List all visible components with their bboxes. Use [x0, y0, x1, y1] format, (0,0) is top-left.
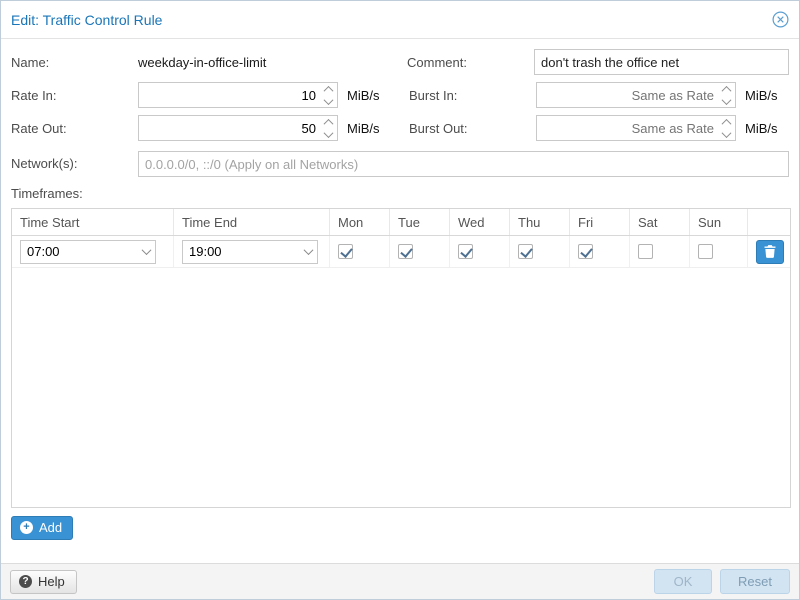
day-checkbox-mon[interactable] — [338, 244, 353, 259]
row-rate-in-burst-in: Rate In: MiB/s Burst In: — [11, 82, 789, 108]
timeframes-label: Timeframes: — [11, 186, 789, 201]
burst-out-unit: MiB/s — [745, 121, 778, 136]
trash-icon — [764, 245, 776, 258]
spinner-up-icon[interactable] — [320, 116, 337, 128]
time-end-combo[interactable] — [182, 240, 318, 264]
close-icon[interactable] — [771, 11, 789, 29]
rate-out-label: Rate Out: — [11, 121, 138, 136]
table-header-row: Time Start Time End Mon Tue Wed Thu Fri … — [12, 209, 790, 236]
header-sun[interactable]: Sun — [690, 209, 748, 235]
header-thu[interactable]: Thu — [510, 209, 570, 235]
rate-in-label: Rate In: — [11, 88, 138, 103]
spinner-down-icon[interactable] — [320, 95, 337, 107]
spinner-up-icon[interactable] — [718, 83, 735, 95]
footer-bar: Help OK Reset — [1, 563, 799, 599]
help-button[interactable]: Help — [10, 570, 77, 594]
day-checkbox-wed[interactable] — [458, 244, 473, 259]
burst-out-field[interactable] — [536, 115, 736, 141]
dialog-body: Name: weekday-in-office-limit Comment: R… — [1, 39, 799, 563]
networks-label: Network(s): — [11, 151, 138, 177]
header-tue[interactable]: Tue — [390, 209, 450, 235]
rate-in-spinner[interactable] — [320, 83, 337, 107]
row-name-comment: Name: weekday-in-office-limit Comment: — [11, 49, 789, 75]
comment-input[interactable] — [534, 49, 789, 75]
name-value: weekday-in-office-limit — [138, 55, 266, 70]
burst-out-label: Burst Out: — [409, 121, 536, 136]
spinner-up-icon[interactable] — [718, 116, 735, 128]
table-empty-area — [12, 268, 790, 507]
header-time-end[interactable]: Time End — [174, 209, 330, 235]
dialog-title: Edit: Traffic Control Rule — [11, 12, 162, 28]
burst-in-spinner[interactable] — [718, 83, 735, 107]
burst-out-spinner[interactable] — [718, 116, 735, 140]
help-button-label: Help — [38, 574, 65, 589]
header-time-start[interactable]: Time Start — [12, 209, 174, 235]
question-circle-icon — [19, 575, 32, 588]
burst-in-label: Burst In: — [409, 88, 536, 103]
spinner-down-icon[interactable] — [320, 128, 337, 140]
header-mon[interactable]: Mon — [330, 209, 390, 235]
spinner-up-icon[interactable] — [320, 83, 337, 95]
header-fri[interactable]: Fri — [570, 209, 630, 235]
networks-input[interactable] — [138, 151, 789, 177]
name-label: Name: — [11, 55, 138, 70]
time-end-input[interactable] — [183, 241, 299, 263]
spinner-down-icon[interactable] — [718, 128, 735, 140]
day-checkbox-thu[interactable] — [518, 244, 533, 259]
day-checkbox-sat[interactable] — [638, 244, 653, 259]
time-start-combo[interactable] — [20, 240, 156, 264]
day-checkbox-tue[interactable] — [398, 244, 413, 259]
plus-circle-icon — [20, 521, 33, 534]
rate-out-unit: MiB/s — [347, 121, 380, 136]
row-rate-out-burst-out: Rate Out: MiB/s Burst Out: — [11, 115, 789, 141]
rate-in-unit: MiB/s — [347, 88, 380, 103]
ok-button[interactable]: OK — [654, 569, 712, 594]
table-row — [12, 236, 790, 268]
rate-out-input[interactable] — [139, 116, 320, 140]
spinner-down-icon[interactable] — [718, 95, 735, 107]
delete-row-button[interactable] — [756, 240, 784, 264]
comment-label: Comment: — [407, 55, 534, 70]
rate-out-spinner[interactable] — [320, 116, 337, 140]
add-button[interactable]: Add — [11, 516, 73, 540]
title-bar: Edit: Traffic Control Rule — [1, 1, 799, 39]
edit-traffic-control-rule-dialog: Edit: Traffic Control Rule Name: weekday… — [0, 0, 800, 600]
burst-in-unit: MiB/s — [745, 88, 778, 103]
burst-in-input[interactable] — [537, 83, 718, 107]
header-sat[interactable]: Sat — [630, 209, 690, 235]
header-actions — [748, 209, 790, 235]
rate-out-field[interactable] — [138, 115, 338, 141]
row-networks: Network(s): — [11, 151, 789, 177]
time-start-input[interactable] — [21, 241, 137, 263]
day-checkbox-sun[interactable] — [698, 244, 713, 259]
rate-in-input[interactable] — [139, 83, 320, 107]
burst-out-input[interactable] — [537, 116, 718, 140]
chevron-down-icon[interactable] — [137, 241, 155, 263]
day-checkbox-fri[interactable] — [578, 244, 593, 259]
rate-in-field[interactable] — [138, 82, 338, 108]
burst-in-field[interactable] — [536, 82, 736, 108]
reset-button[interactable]: Reset — [720, 569, 790, 594]
add-button-label: Add — [39, 520, 62, 535]
header-wed[interactable]: Wed — [450, 209, 510, 235]
chevron-down-icon[interactable] — [299, 241, 317, 263]
timeframes-table: Time Start Time End Mon Tue Wed Thu Fri … — [11, 208, 791, 508]
